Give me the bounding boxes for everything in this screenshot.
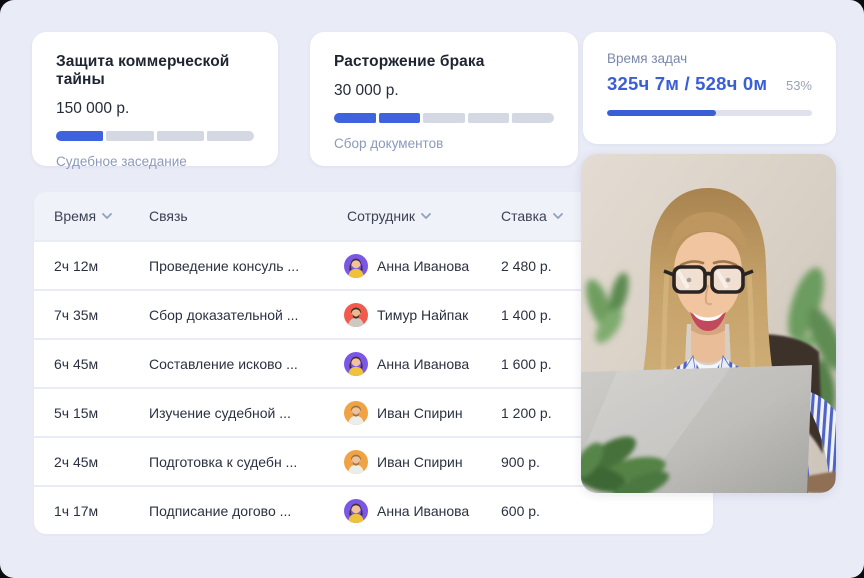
case-title: Защита коммерческой тайны xyxy=(56,53,254,89)
row-rate: 1 200 р. xyxy=(501,405,552,421)
employee-name: Анна Иванова xyxy=(377,356,469,372)
row-time: 5ч 15м xyxy=(54,405,98,421)
case-stage: Сбор документов xyxy=(334,136,554,151)
column-label: Ставка xyxy=(501,208,547,224)
row-rate: 900 р. xyxy=(501,454,540,470)
employee-name: Анна Иванова xyxy=(377,258,469,274)
row-rate: 1 400 р. xyxy=(501,307,552,323)
row-time: 2ч 45м xyxy=(54,454,98,470)
column-header-employee[interactable]: Сотрудник xyxy=(347,208,431,224)
employee-avatar xyxy=(344,401,368,425)
chevron-down-icon[interactable] xyxy=(553,213,563,219)
row-time: 1ч 17м xyxy=(54,503,98,519)
progress-segment xyxy=(512,113,554,123)
progress-segment xyxy=(379,113,421,123)
case-amount: 30 000 р. xyxy=(334,82,554,100)
case-title: Расторжение брака xyxy=(334,53,554,71)
row-rate: 2 480 р. xyxy=(501,258,552,274)
time-progress-fill xyxy=(607,110,716,116)
progress-segment xyxy=(423,113,465,123)
row-employee: Иван Спирин xyxy=(344,401,463,425)
column-label: Сотрудник xyxy=(347,208,415,224)
row-task: Изучение судебной ... xyxy=(149,405,291,421)
progress-segment xyxy=(106,131,153,141)
column-header-rate[interactable]: Ставка xyxy=(501,208,563,224)
progress-segment xyxy=(334,113,376,123)
row-task: Составление исково ... xyxy=(149,356,298,372)
column-header-time[interactable]: Время xyxy=(54,208,112,224)
employee-name: Тимур Найпак xyxy=(377,307,468,323)
case-amount: 150 000 р. xyxy=(56,100,254,118)
row-task: Подготовка к судебн ... xyxy=(149,454,297,470)
time-card-title: Время задач xyxy=(607,51,812,66)
row-rate: 1 600 р. xyxy=(501,356,552,372)
time-total: 325ч 7м / 528ч 0м xyxy=(607,73,767,95)
row-employee: Анна Иванова xyxy=(344,352,469,376)
time-progress xyxy=(607,110,812,116)
employee-avatar xyxy=(344,254,368,278)
employee-avatar xyxy=(344,499,368,523)
progress-segment xyxy=(157,131,204,141)
row-task: Сбор доказательной ... xyxy=(149,307,298,323)
case-card-trade-secret: Защита коммерческой тайны 150 000 р. Суд… xyxy=(32,32,278,166)
dashboard: Защита коммерческой тайны 150 000 р. Суд… xyxy=(0,0,864,578)
chevron-down-icon[interactable] xyxy=(421,213,431,219)
case-progress xyxy=(334,113,554,123)
column-label: Связь xyxy=(149,208,188,224)
employee-name: Анна Иванова xyxy=(377,503,469,519)
row-time: 2ч 12м xyxy=(54,258,98,274)
row-task: Проведение консуль ... xyxy=(149,258,299,274)
row-employee: Тимур Найпак xyxy=(344,303,468,327)
employee-avatar xyxy=(344,352,368,376)
row-time: 7ч 35м xyxy=(54,307,98,323)
employee-avatar xyxy=(344,450,368,474)
case-card-divorce: Расторжение брака 30 000 р. Сбор докумен… xyxy=(310,32,578,166)
chevron-down-icon[interactable] xyxy=(102,213,112,219)
row-employee: Анна Иванова xyxy=(344,499,469,523)
time-percent: 53% xyxy=(786,78,812,93)
column-label: Время xyxy=(54,208,96,224)
row-employee: Анна Иванова xyxy=(344,254,469,278)
row-employee: Иван Спирин xyxy=(344,450,463,474)
time-card: Время задач 325ч 7м / 528ч 0м 53% xyxy=(583,32,836,144)
case-progress xyxy=(56,131,254,141)
employee-name: Иван Спирин xyxy=(377,454,463,470)
consultant-photo xyxy=(581,154,836,493)
row-rate: 600 р. xyxy=(501,503,540,519)
progress-segment xyxy=(56,131,103,141)
employee-avatar xyxy=(344,303,368,327)
progress-segment xyxy=(207,131,254,141)
employee-name: Иван Спирин xyxy=(377,405,463,421)
consultant-photo-illustration xyxy=(581,154,836,493)
progress-segment xyxy=(468,113,510,123)
column-header-task: Связь xyxy=(149,208,188,224)
row-time: 6ч 45м xyxy=(54,356,98,372)
case-stage: Судебное заседание xyxy=(56,154,254,169)
row-task: Подписание догово ... xyxy=(149,503,291,519)
